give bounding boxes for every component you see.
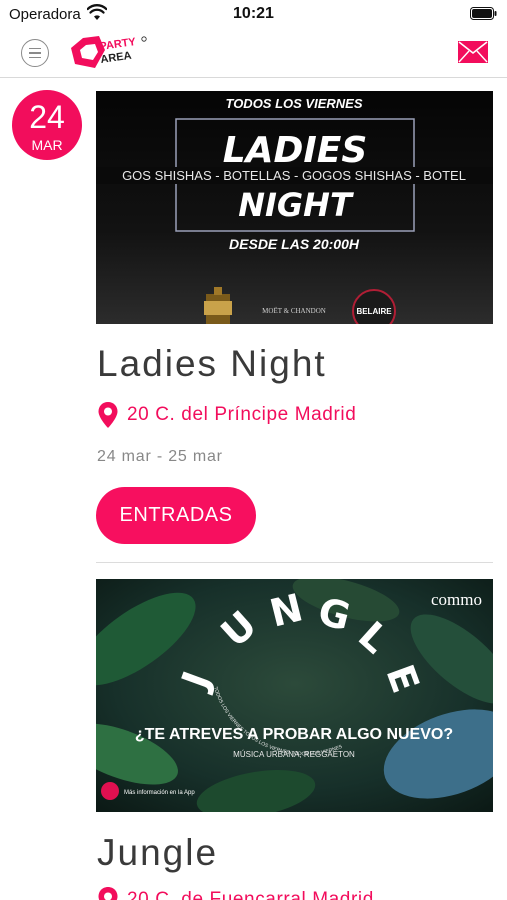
poster-title-line1: LADIES [223,130,368,171]
menu-line-icon [29,52,41,54]
status-bar: Operadora 10:21 [0,0,507,28]
event-address[interactable]: 20 C. de Fuencarral Madrid [97,886,374,900]
map-pin-icon [98,887,118,900]
poster-bottom-text: DESDE LAS 20:00H [229,236,360,252]
event-day: 24 [29,99,65,135]
party-area-badge-icon [101,782,119,800]
poster-footer: Más información en la App [124,790,195,796]
poster-corner-brand: commo [431,590,482,609]
menu-button[interactable] [21,39,49,67]
battery-icon [470,7,497,20]
event-date-badge: 24 MAR [12,90,82,160]
map-pin-icon [98,402,118,428]
event-address-text: 20 C. de Fuencarral Madrid [127,889,374,900]
poster-title-line2: NIGHT [238,186,354,224]
poster-headline: ¿TE ATREVES A PROBAR ALGO NUEVO? [135,726,453,743]
poster-ticker: GOS SHISHAS - BOTELLAS - GOGOS SHISHAS -… [122,168,466,183]
event-poster-ladies-night[interactable]: TODOS LOS VIERNES LADIES GOS SHISHAS - B… [96,91,493,324]
poster-top-text: TODOS LOS VIERNES [225,96,362,111]
event-address[interactable]: 20 C. del Príncipe Madrid [97,401,356,429]
menu-line-icon [29,56,41,59]
event-divider [96,562,493,563]
party-area-logo[interactable]: PARTY AREA [69,32,151,74]
event-date-range: 24 mar - 25 mar [97,448,223,465]
event-title[interactable]: Ladies Night [97,343,327,385]
status-time: 10:21 [233,5,274,22]
event-month: MAR [31,137,63,153]
mail-icon[interactable] [458,41,488,63]
event-title[interactable]: Jungle [97,832,218,874]
nav-bar: PARTY AREA [0,28,507,78]
menu-line-icon [29,47,41,50]
poster-brand-right: BELAIRE [356,307,392,316]
poster-brand-middle: MOËT & CHANDON [262,307,326,315]
tickets-button[interactable]: ENTRADAS [96,487,256,544]
event-address-text: 20 C. del Príncipe Madrid [127,404,357,425]
event-poster-jungle[interactable]: commo J U N G L E TODOS LOS VIERNES TODO… [96,579,493,812]
poster-subline: MÚSICA URBANA, REGGAETON [233,750,355,759]
belaire-bottle-icon: BELAIRE [352,289,396,324]
logo-text-party: PARTY [99,36,137,53]
